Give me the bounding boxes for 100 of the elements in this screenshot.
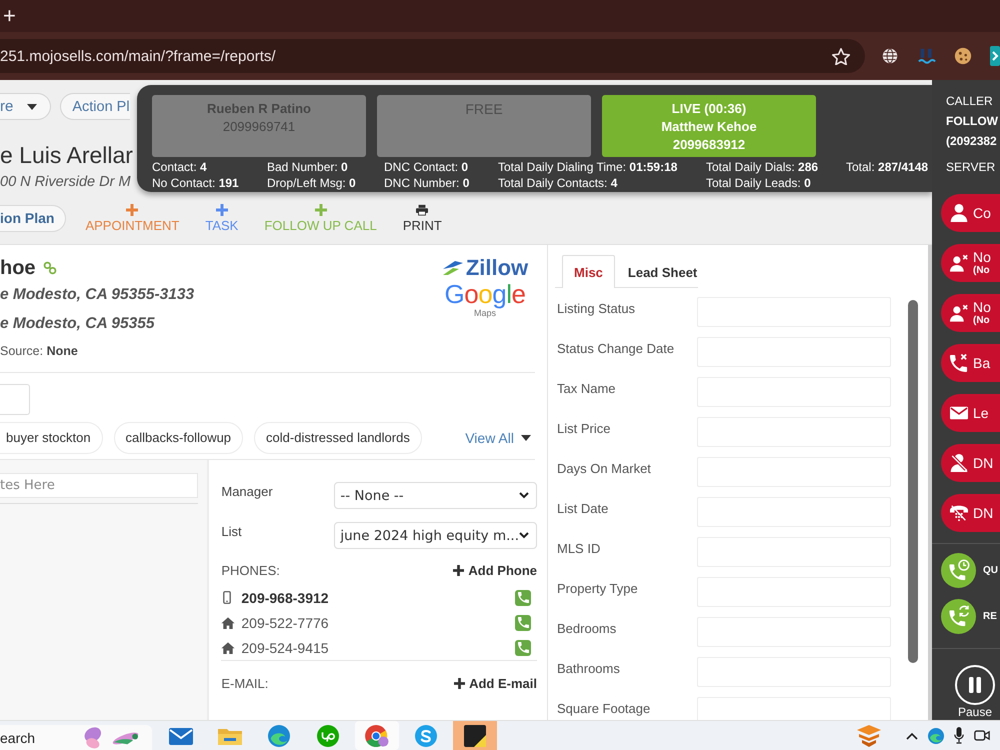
- disposition-button[interactable]: Co: [941, 194, 1000, 232]
- zillow-link[interactable]: Zillow: [442, 256, 528, 280]
- stat-text: DNC Contact: 0: [384, 159, 468, 175]
- globe-icon[interactable]: [882, 48, 898, 64]
- dropdown-button[interactable]: re: [0, 93, 52, 120]
- tab-button[interactable]: Action Pl: [60, 93, 130, 120]
- add-phone-button[interactable]: Add Phone: [453, 562, 537, 578]
- contact-name: hoe: [0, 256, 36, 280]
- phone-number: 2099969741: [222, 118, 296, 136]
- extension-icon[interactable]: [918, 47, 936, 65]
- taskbar-button[interactable]: [453, 721, 497, 750]
- field-label: Property Type: [557, 580, 639, 598]
- user-x-icon: [950, 254, 968, 272]
- microphone-icon[interactable]: [954, 727, 964, 744]
- view-all-link[interactable]: View All: [465, 430, 531, 446]
- phone-number: 209-522-7776: [241, 614, 330, 630]
- stack-icon[interactable]: [857, 724, 881, 746]
- google-maps-link[interactable]: Google: [444, 280, 526, 308]
- field-label: Tax Name: [557, 380, 617, 398]
- address-text: 00 N Riverside Dr M: [0, 174, 131, 191]
- phone-icon: [518, 642, 528, 653]
- toolbar-action-button[interactable]: PRINT: [402, 204, 442, 232]
- stat-text: Contact: 4: [152, 159, 207, 175]
- chevron-up-icon[interactable]: [906, 732, 918, 740]
- action-plan-button[interactable]: ion Plan: [0, 204, 66, 232]
- field-label: Bathrooms: [557, 660, 621, 678]
- link-icon[interactable]: [42, 261, 57, 275]
- plus-icon: [454, 678, 466, 688]
- phone-number: 209-524-9415: [241, 640, 330, 656]
- camera-icon[interactable]: [974, 729, 990, 742]
- scrollbar-thumb[interactable]: [908, 300, 918, 663]
- stat-text: Bad Number: 0: [267, 159, 348, 175]
- disposition-button[interactable]: Ba: [941, 344, 1000, 382]
- swirl-icon[interactable]: [928, 728, 944, 744]
- call-button[interactable]: [515, 640, 531, 656]
- phone-icon: [518, 592, 528, 603]
- plus-icon: [216, 204, 228, 216]
- field-label: Square Footage: [557, 700, 652, 718]
- field-label: Manager: [221, 483, 274, 501]
- caller-name: Matthew Kehoe: [661, 118, 757, 136]
- field-label: Listing Status: [557, 300, 636, 318]
- ring-logo-icon: [365, 724, 389, 746]
- stat-text: Total Daily Contacts: 4: [498, 175, 618, 191]
- disposition-button[interactable]: No (No: [941, 244, 1000, 282]
- field-label: List Date: [557, 500, 610, 518]
- mobile-phone-icon: [223, 591, 232, 604]
- star-icon[interactable]: [832, 48, 850, 64]
- input-field[interactable]: [0, 384, 30, 415]
- field-label: List Price: [557, 420, 612, 438]
- maps-caption: Maps: [474, 308, 496, 318]
- cookie-icon[interactable]: [954, 47, 972, 65]
- address-bar[interactable]: 251.mojosells.com/main/?frame=/reports/: [0, 39, 865, 73]
- field-label: Status Change Date: [557, 340, 676, 358]
- tag-chip[interactable]: cold-distressed landlords: [254, 422, 422, 454]
- panel-tab[interactable]: Lead Sheet: [616, 255, 710, 288]
- caret-icon: [521, 435, 531, 441]
- list-select[interactable]: june 2024 high equity m...: [334, 522, 537, 549]
- tag-chip[interactable]: callbacks-followup: [114, 422, 244, 454]
- caller-name: FOLLOW: [946, 113, 998, 130]
- tag-chip[interactable]: buyer stockton: [0, 422, 103, 454]
- panel-tab[interactable]: Misc: [562, 255, 615, 288]
- disposition-button[interactable]: DN: [941, 444, 1000, 482]
- quick-action-button[interactable]: QU: [941, 553, 1000, 588]
- manager-select[interactable]: -- None --: [334, 482, 537, 509]
- user-icon: [950, 204, 968, 222]
- new-tab-button[interactable]: +: [3, 4, 16, 28]
- phone-slash-icon: [950, 504, 968, 522]
- field-label: List: [221, 523, 243, 541]
- phone-number: 2099683912: [672, 136, 746, 154]
- user-x-icon: [950, 304, 968, 322]
- call-button[interactable]: [515, 614, 531, 630]
- sticky-note-icon: [463, 724, 487, 746]
- search-box[interactable]: earch: [0, 725, 152, 750]
- stat-text: Total Daily Leads: 0: [706, 175, 811, 191]
- search-field[interactable]: earch: [0, 728, 70, 748]
- disposition-button[interactable]: No (No: [941, 294, 1000, 332]
- section-heading: E-MAIL:: [221, 676, 268, 690]
- caller-name: Rueben R Patino: [206, 100, 311, 118]
- add-email-button[interactable]: Add E-mail: [454, 676, 537, 690]
- field-label: Days On Market: [557, 460, 652, 478]
- chevron-down-icon: [519, 492, 529, 499]
- quick-action-button[interactable]: RE: [941, 599, 1000, 634]
- server-label: SERVER: [946, 159, 996, 176]
- pause-button[interactable]: Pause: [955, 665, 995, 719]
- home-icon: [221, 642, 236, 654]
- stat-text: Total Daily Dials: 286: [706, 159, 818, 175]
- app-logo-icon: [316, 724, 340, 746]
- stat-text: Total: 287/4148: [846, 159, 928, 175]
- phone-number: 209-968-3912: [241, 590, 330, 606]
- call-button[interactable]: [515, 590, 531, 606]
- notes-field[interactable]: tes Here: [0, 473, 198, 498]
- contact-title: e Luis Arellar: [0, 141, 133, 170]
- user-slash-icon: [950, 454, 968, 472]
- disposition-button[interactable]: DN: [941, 494, 1000, 532]
- disposition-button[interactable]: Le: [941, 394, 1000, 432]
- extension-icon[interactable]: [990, 46, 1000, 66]
- stat-text: DNC Number: 0: [384, 175, 470, 191]
- pause-icon: [955, 665, 995, 705]
- stat-text: No Contact: 191: [152, 175, 239, 191]
- chevron-down-icon: [519, 532, 529, 539]
